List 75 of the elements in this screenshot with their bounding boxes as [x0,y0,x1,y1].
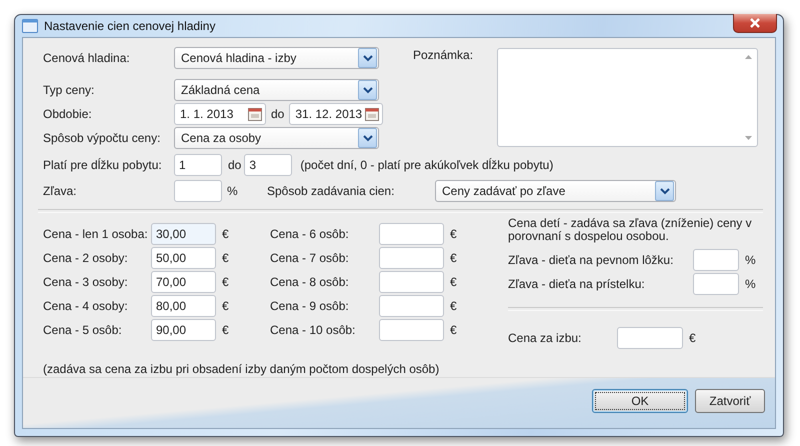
currency-label: € [450,298,457,315]
currency-label: € [689,330,696,347]
price-label: Cena - 10 osôb: [270,322,356,339]
close-icon[interactable] [749,18,761,28]
currency-label: € [450,226,457,243]
price-label: Cena - 2 osoby: [42,250,129,267]
discount-label: Zľava - dieťa na pevnom lôžku: [508,252,674,269]
price-type-dropdown[interactable]: Základná cena [174,79,379,101]
price-label: Cena - 3 osoby: [42,274,129,291]
field-label: Cenová hladina: [42,50,131,67]
percent-label: % [745,276,756,293]
price-label: Cena - 6 osôb: [270,226,350,243]
currency-label: € [450,250,457,267]
price-field[interactable] [379,223,444,245]
scroll-up-icon[interactable] [745,55,752,59]
calendar-icon[interactable] [365,107,380,121]
max-stay-field[interactable]: 3 [244,154,292,176]
window-icon [22,19,38,33]
price-level-dropdown[interactable]: Cenová hladina - izby [174,47,379,69]
date-field[interactable]: 31. 12. 2013 [295,107,366,121]
range-separator: do [228,157,242,174]
entry-method-dropdown[interactable]: Ceny zadávať po zľave [435,180,676,202]
field-label: Obdobie: [42,106,93,123]
field-label: Zľava: [42,184,77,198]
close-button[interactable] [733,14,777,33]
range-separator: do [271,106,284,123]
discount-field[interactable] [174,180,222,202]
currency-label: € [222,226,229,243]
price-label: Cena - 4 osoby: [42,298,129,315]
price-label: Cena - 7 osôb: [270,250,350,267]
calculation-method-dropdown[interactable]: Cena za osoby [174,127,379,149]
close-dialog-button[interactable]: Zatvoriť [695,389,765,413]
price-field[interactable]: 90,00 [151,319,216,341]
date-picker[interactable]: 1. 1. 2013 [174,103,266,125]
field-label: Platí pre dĺžku pobytu: [42,158,162,172]
price-label: Cena - 8 osôb: [270,274,350,291]
price-field[interactable] [379,295,444,317]
price-field[interactable]: 80,00 [151,295,216,317]
hint-text: (počet dní, 0 - platí pre akúkoľvek dĺžku pobytu) [300,157,554,174]
price-field[interactable] [379,319,444,341]
currency-label: € [222,250,229,267]
price-field[interactable]: 50,00 [151,247,216,269]
currency-label: € [450,322,457,339]
price-field[interactable]: 70,00 [151,271,216,293]
window-title: Nastavenie cien cenovej hladiny [44,19,216,33]
child-discount-field[interactable] [693,249,739,271]
currency-label: € [222,298,229,315]
price-field[interactable]: 30,00 [151,223,216,245]
note-field[interactable] [497,48,758,147]
price-label: Cena - len 1 osoba: [42,226,149,243]
footnote-text: (zadáva sa cena za izbu pri obsadení izby daným počtom dospelých osôb) [43,361,440,377]
children-price-note: Cena detí - zadáva sa zľava (zníženie) ceny v porovnaní s dospelou osobou. [508,217,753,243]
room-price-label: Cena za izbu: [508,330,582,347]
field-label: Spôsob výpočtu ceny: [42,130,162,147]
currency-label: € [450,274,457,291]
min-stay-field[interactable]: 1 [174,154,222,176]
field-label: Typ ceny: [42,82,96,99]
calendar-icon[interactable] [248,107,262,121]
date-field[interactable]: 1. 1. 2013 [180,107,248,121]
date-picker[interactable]: 31. 12. 2013 [289,103,384,125]
child-discount-field[interactable] [693,273,739,295]
room-price-field[interactable] [617,327,683,349]
scroll-down-icon[interactable] [745,136,752,140]
currency-label: € [222,274,229,291]
currency-label: € [222,322,229,339]
field-label: Poznámka: [412,47,474,63]
price-label: Cena - 5 osôb: [42,322,123,339]
ok-button[interactable]: OK [592,389,688,413]
field-label: Spôsob zadávania cien: [267,183,396,200]
unit-label: % [227,183,239,200]
discount-label: Zľava - dieťa na prístelku: [508,276,646,293]
price-field[interactable] [379,271,444,293]
price-field[interactable] [379,247,444,269]
price-label: Cena - 9 osôb: [270,298,350,315]
percent-label: % [745,252,756,269]
